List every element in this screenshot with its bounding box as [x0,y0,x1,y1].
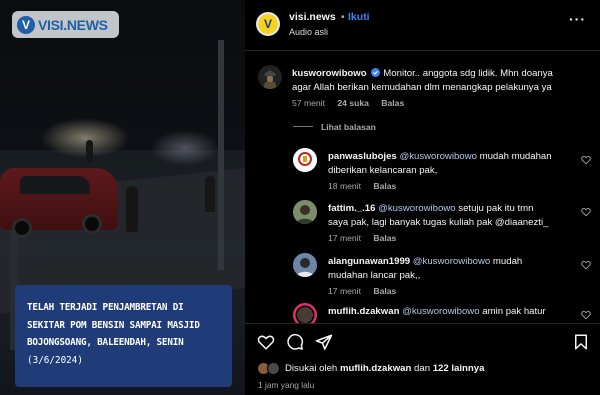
comment-likes[interactable]: 24 suka [337,98,369,108]
comment-body: Monitor.. anggota sdg lidik. Mhn doanya [383,68,553,79]
heart-icon[interactable] [257,333,275,351]
comment-username[interactable]: muflih.dzakwan [328,306,399,317]
comment-mention[interactable]: @kusworowibowo [413,256,490,267]
comment-time: 17 menit [328,233,361,243]
heart-icon[interactable] [581,260,591,270]
comment-text: kusworowibowo Monitor.. anggota sdg lidi… [292,67,592,95]
logo-mark-icon: V [17,15,35,34]
caption-line: SEKITAR POM BENSIN SAMPAI MASJID [27,319,200,331]
liked-by-user[interactable]: muflih.dzakwan [340,363,411,374]
comment-icon[interactable] [286,333,304,351]
comment-meta: 17 menit Balas [328,233,396,243]
reply-button[interactable]: Balas [381,98,404,108]
story-ring-avatar-icon [293,303,317,323]
comment-meta: 18 menit Balas [328,181,396,191]
avatar[interactable] [293,303,317,323]
comment-mention[interactable]: @kusworowibowo [402,306,479,317]
avatar[interactable] [293,148,317,172]
comment-text: fattim._.16 @kusworowibowo setuju pak it… [328,202,588,230]
view-replies-button[interactable]: Lihat balasan [321,122,376,132]
audio-label[interactable]: Audio asli [289,27,328,37]
reply-button[interactable]: Balas [373,286,396,296]
comment-time: 18 menit [328,181,361,191]
liked-by-count[interactable]: 122 lainnya [433,363,485,374]
logo-text: VISI.NEWS [38,16,108,33]
video-player[interactable]: V VISI.NEWS TELAH TERJADI PENJAMBRETAN D… [0,0,245,395]
comment-text: alangunawan1999 @kusworowibowo mudah mud… [328,255,578,283]
avatar [267,362,280,375]
comment-meta: 17 menit Balas [328,286,396,296]
comment-mention[interactable]: @kusworowibowo [378,203,455,214]
news-caption: TELAH TERJADI PENJAMBRETAN DI SEKITAR PO… [15,285,232,387]
avatar[interactable] [258,65,282,89]
reply-button[interactable]: Balas [373,181,396,191]
separator-dot: • [341,11,345,23]
caption-date: (3/6/2024) [27,354,83,366]
bawaslu-logo-icon [293,148,317,172]
liked-by-avatars[interactable] [257,362,283,376]
comment-time: 17 menit [328,286,361,296]
avatar[interactable]: V [256,12,280,36]
heart-icon[interactable] [581,207,591,217]
liked-by-text: Disukai oleh muflih.dzakwan dan 122 lain… [285,363,484,374]
comment-mention[interactable]: @kusworowibowo [399,151,476,162]
caption-line: TELAH TERJADI PENJAMBRETAN DI [27,302,184,313]
more-options-button[interactable]: ··· [569,11,586,27]
follow-button[interactable]: Ikuti [348,11,370,23]
caption-line: BOJONGSOANG, BALEENDAH, SENIN [27,337,184,348]
comments-list[interactable]: kusworowibowo Monitor.. anggota sdg lidi… [245,51,600,323]
bookmark-icon[interactable] [572,333,590,351]
comment-username[interactable]: panwaslubojes [328,151,397,162]
user-photo-icon [293,200,317,224]
post-timestamp[interactable]: 1 jam yang lalu [258,380,314,390]
comment-username[interactable]: fattim._.16 [328,203,375,214]
comment-text: muflih.dzakwan @kusworowibowo amin pak h… [328,305,578,319]
reply-button[interactable]: Balas [373,233,396,243]
comment-body: saya pak, lagi banyak tugas kuliah pak @… [328,217,549,228]
comment-username[interactable]: kusworowibowo [292,68,367,79]
verified-badge-icon [371,68,381,77]
comment-body: mudah mudahan [476,151,552,162]
share-icon[interactable] [315,333,333,351]
brand-logo: V VISI.NEWS [12,11,119,38]
post-header: V visi.news • Ikuti Audio asli ··· [245,0,600,50]
heart-icon[interactable] [581,310,591,320]
thread-line [293,126,313,127]
post-username[interactable]: visi.news [289,11,336,23]
comment-body: mudah [490,256,523,267]
comment-body: agar Allah berikan kemudahan dlm menangk… [292,82,552,93]
user-photo-icon [293,253,317,277]
liked-by-prefix: Disukai oleh [285,363,340,374]
comment-body: mudahan lancar pak,, [328,270,421,281]
comment-body: diberikan kelancaran pak, [328,165,438,176]
comment-body: amin pak hatur [479,306,546,317]
liked-by-mid: dan [411,363,433,374]
post-panel: V visi.news • Ikuti Audio asli ··· kuswo… [245,0,600,395]
avatar[interactable] [293,200,317,224]
comment-username[interactable]: alangunawan1999 [328,256,410,267]
comment-text: panwaslubojes @kusworowibowo mudah mudah… [328,150,578,178]
police-avatar-icon [258,65,282,89]
comment-body: setuju pak itu tmn [455,203,534,214]
comment-meta: 57 menit 24 suka Balas [292,98,404,108]
view-replies-label: Lihat balasan [321,122,376,132]
heart-icon[interactable] [581,155,591,165]
avatar-logo-icon: V [258,14,278,34]
post-actions: Disukai oleh muflih.dzakwan dan 122 lain… [245,323,600,395]
comment-time: 57 menit [292,98,325,108]
avatar[interactable] [293,253,317,277]
